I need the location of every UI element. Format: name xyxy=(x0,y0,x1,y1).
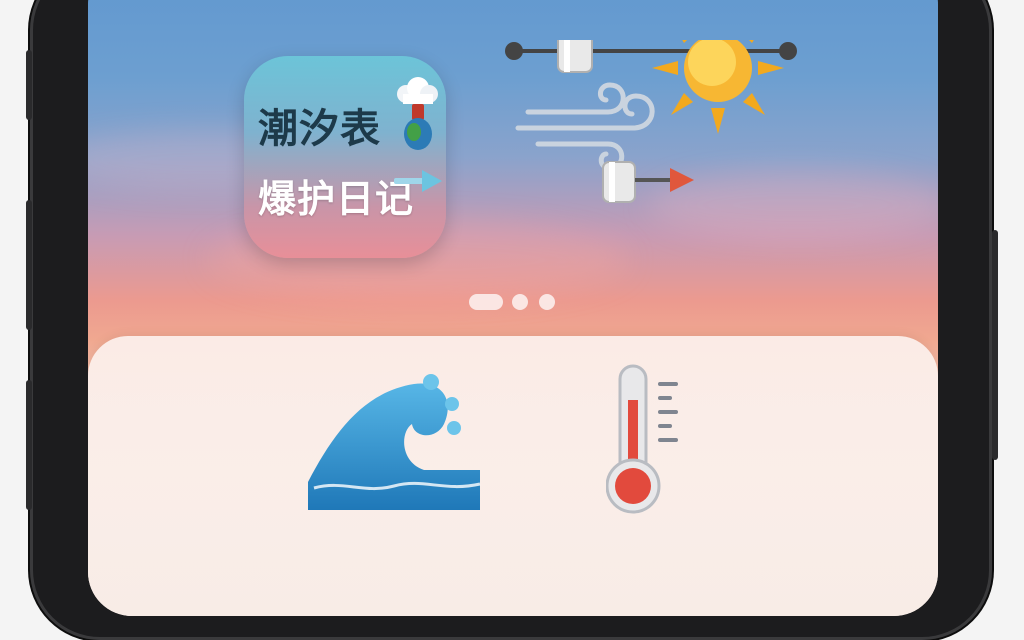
tide-gauge-icon xyxy=(505,40,797,203)
side-button xyxy=(26,380,32,510)
side-button xyxy=(26,200,32,330)
thermometer-icon[interactable] xyxy=(606,360,706,520)
side-button xyxy=(992,230,998,460)
wave-icon[interactable] xyxy=(304,362,484,512)
arrow-icon xyxy=(394,170,442,192)
page-dot[interactable] xyxy=(512,294,528,310)
page-dot[interactable] xyxy=(539,294,555,310)
side-button xyxy=(26,50,32,120)
widget-panel xyxy=(88,336,938,616)
home-screen: 潮汐表 爆护日记 xyxy=(88,0,938,616)
app-title-line1: 潮汐表 xyxy=(258,106,381,152)
wind-icon xyxy=(515,82,655,171)
flask-icon xyxy=(397,77,438,150)
tide-app-icon[interactable]: 潮汐表 爆护日记 xyxy=(244,56,446,258)
page-dot-active[interactable] xyxy=(469,294,503,310)
sun-icon xyxy=(652,40,784,134)
app-title-line2: 爆护日记 xyxy=(258,177,415,221)
page-indicator[interactable] xyxy=(469,294,559,310)
